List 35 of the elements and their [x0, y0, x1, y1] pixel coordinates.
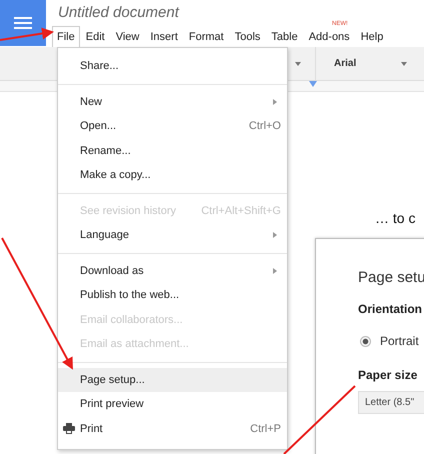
menu-item[interactable]: Edit: [80, 26, 110, 47]
shortcut-text: Ctrl+P: [250, 422, 281, 435]
menu-item[interactable]: Language: [58, 223, 287, 248]
paper-size-dropdown[interactable]: Letter (8.5": [358, 391, 424, 414]
menu-item[interactable]: Print Ctrl+P: [58, 416, 287, 441]
menu-item[interactable]: Make a copy...: [58, 163, 287, 188]
paper-size-label: Paper size: [358, 368, 418, 382]
menu-item[interactable]: Help: [356, 26, 388, 47]
font-dropdown[interactable]: Arial: [315, 47, 408, 80]
menu-item[interactable]: New: [58, 90, 287, 114]
radio-button[interactable]: [360, 336, 371, 346]
menu-item[interactable]: Print preview: [58, 392, 287, 416]
menu-item[interactable]: Rename...: [58, 138, 287, 163]
dropdown-caret-icon[interactable]: [295, 62, 301, 66]
dropdown-caret-icon: [401, 62, 408, 66]
menu-item[interactable]: View: [110, 26, 144, 47]
menu-item[interactable]: Open... Ctrl+O: [58, 114, 287, 138]
menu-item[interactable]: Download as: [58, 258, 287, 283]
caption-text: … to c: [375, 210, 416, 226]
shortcut-text: Ctrl+O: [248, 120, 281, 132]
menu-item[interactable]: File: [52, 26, 80, 47]
shortcut-text: Ctrl+Alt+Shift+G: [201, 204, 281, 217]
menu-item[interactable]: Page setup...: [58, 368, 287, 392]
menu-item[interactable]: Add-ons: [304, 26, 355, 47]
radio-label: Portrait: [380, 334, 419, 348]
annotation-arrow: [0, 28, 54, 41]
orientation-label: Orientation: [358, 302, 422, 316]
docs-logo-icon[interactable]: [0, 0, 46, 46]
document-title[interactable]: Untitled document: [58, 4, 390, 21]
menu-item[interactable]: Tools: [230, 26, 266, 47]
menu-item[interactable]: Publish to the web...: [58, 283, 287, 308]
menu-item[interactable]: Table: [266, 26, 303, 47]
menu-item[interactable]: Format: [184, 26, 229, 47]
menu-item[interactable]: Insert: [145, 26, 183, 47]
menu-item[interactable]: Share...: [58, 54, 287, 78]
